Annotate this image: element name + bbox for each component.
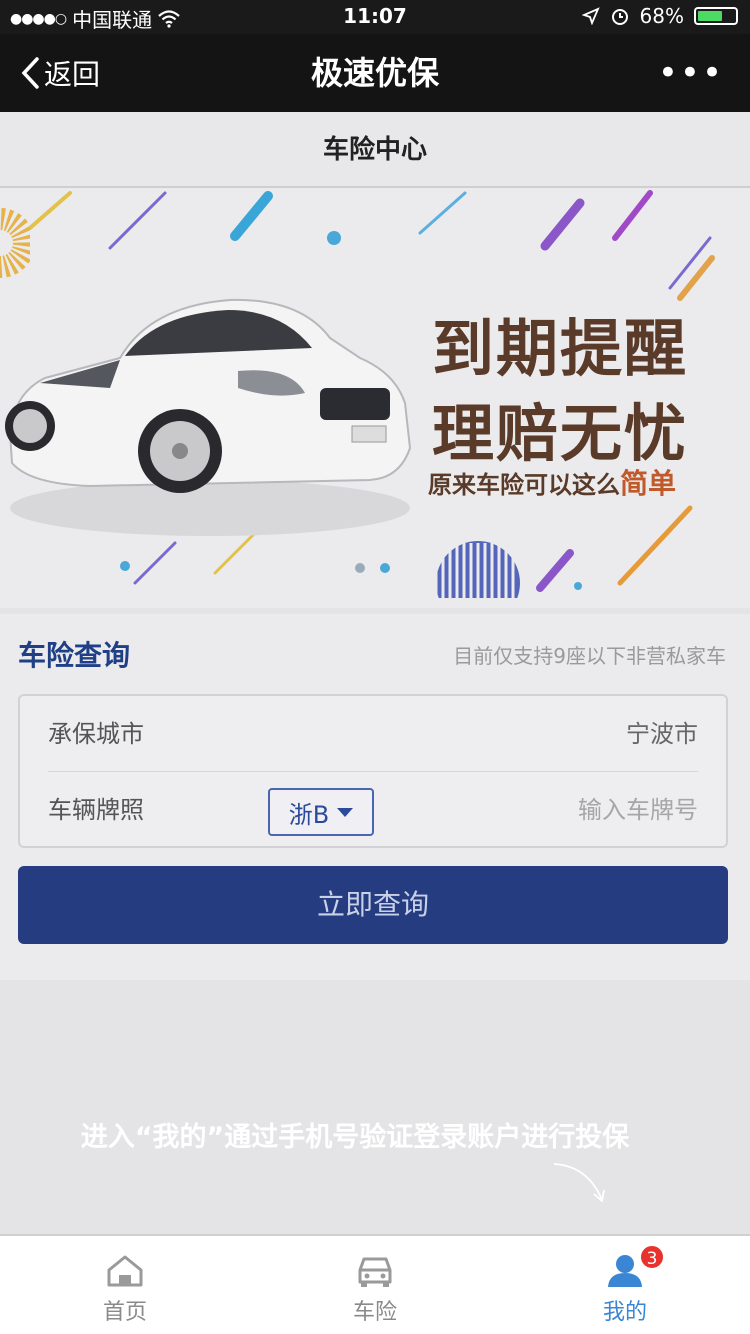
banner-tagline: 原来车险可以这么简单 [428, 462, 676, 502]
plate-row: 车辆牌照 浙B 输入车牌号 [20, 772, 726, 848]
page-title: 极速优保 [310, 54, 439, 92]
query-note: 目前仅支持9座以下非营私家车 [453, 644, 726, 668]
tab-mine[interactable]: 3 我的 [500, 1236, 750, 1334]
bottom-tab-bar: 首页 车险 3 我的 [0, 1234, 750, 1334]
city-value[interactable]: 宁波市 [626, 696, 698, 772]
navigation-bar: 返回 极速优保 ••• [0, 34, 750, 112]
tab-insurance-label: 车险 [352, 1300, 397, 1325]
more-options-button[interactable]: ••• [658, 34, 724, 112]
banner-headline-2: 理赔无忧 [432, 397, 689, 470]
promo-banner[interactable]: 到期提醒 理赔无忧 原来车险可以这么简单 [0, 188, 750, 608]
section-header: 车险中心 [0, 112, 750, 188]
plate-label: 车辆牌照 [48, 796, 144, 824]
tab-insurance[interactable]: 车险 [250, 1236, 500, 1334]
status-right: 68% [581, 4, 738, 28]
plate-prefix-select[interactable]: 浙B [268, 788, 374, 836]
tagline-accent: 简单 [620, 467, 677, 500]
location-icon [581, 7, 600, 25]
guide-hint-text: 进入“我的”通过手机号验证登录账户进行投保 [80, 1122, 630, 1153]
tab-home[interactable]: 首页 [0, 1236, 250, 1334]
status-bar: ●●●●○ 中国联通 11:07 68% [0, 0, 750, 34]
query-submit-button[interactable]: 立即查询 [18, 866, 728, 944]
insurance-query-section: 车险查询 目前仅支持9座以下非营私家车 承保城市 宁波市 车辆牌照 浙B 输入车… [0, 614, 750, 980]
battery-icon [694, 7, 738, 25]
curved-arrow-icon [553, 1163, 605, 1203]
city-row[interactable]: 承保城市 宁波市 [48, 696, 698, 772]
home-icon [107, 1255, 143, 1287]
query-form: 承保城市 宁波市 车辆牌照 浙B 输入车牌号 [18, 694, 728, 848]
plate-number-input[interactable]: 输入车牌号 [578, 772, 698, 848]
plate-prefix-value: 浙B [288, 800, 330, 829]
car-icon [358, 1257, 392, 1287]
query-title: 车险查询 [18, 639, 131, 672]
tab-home-label: 首页 [102, 1300, 147, 1325]
notification-badge: 3 [639, 1244, 665, 1270]
car-illustration [5, 298, 412, 536]
alarm-icon [611, 9, 628, 25]
city-label: 承保城市 [48, 720, 144, 748]
tab-mine-label: 我的 [602, 1300, 647, 1325]
banner-headline-1: 到期提醒 [432, 312, 689, 385]
caret-down-icon [337, 807, 354, 817]
battery-percent: 68% [639, 4, 684, 28]
tagline-prefix: 原来车险可以这么 [428, 471, 620, 499]
